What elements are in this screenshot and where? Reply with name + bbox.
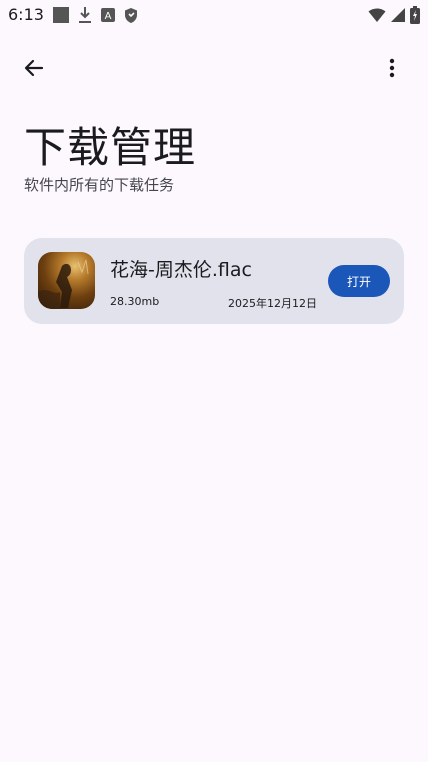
status-system-icons	[368, 6, 420, 28]
battery-charging-icon	[410, 6, 420, 28]
download-file-size: 28.30mb	[110, 295, 160, 308]
back-button[interactable]	[14, 48, 54, 88]
font-a-icon: A	[100, 7, 116, 27]
download-item-card[interactable]: 花海-周杰伦.flac 28.30mb 2025年12月12日 打开	[24, 238, 404, 324]
arrow-left-icon	[24, 59, 44, 77]
page-subtitle: 软件内所有的下载任务	[24, 176, 175, 194]
status-notification-icons: A	[52, 6, 138, 28]
signal-icon	[390, 7, 406, 27]
stop-square-icon	[52, 6, 70, 28]
shield-icon	[124, 7, 138, 28]
svg-text:A: A	[105, 11, 112, 22]
download-date: 2025年12月12日	[228, 297, 317, 310]
top-app-bar	[0, 44, 428, 88]
open-button[interactable]: 打开	[328, 265, 390, 297]
download-arrow-icon	[78, 6, 92, 28]
wifi-icon	[368, 7, 386, 27]
download-file-name: 花海-周杰伦.flac	[110, 259, 252, 281]
more-vert-icon	[389, 58, 395, 78]
status-bar: 6:13 A	[0, 0, 428, 30]
status-time: 6:13	[8, 5, 44, 24]
album-art-thumbnail	[38, 252, 95, 309]
page-title: 下载管理	[24, 123, 197, 172]
more-options-button[interactable]	[372, 48, 412, 88]
